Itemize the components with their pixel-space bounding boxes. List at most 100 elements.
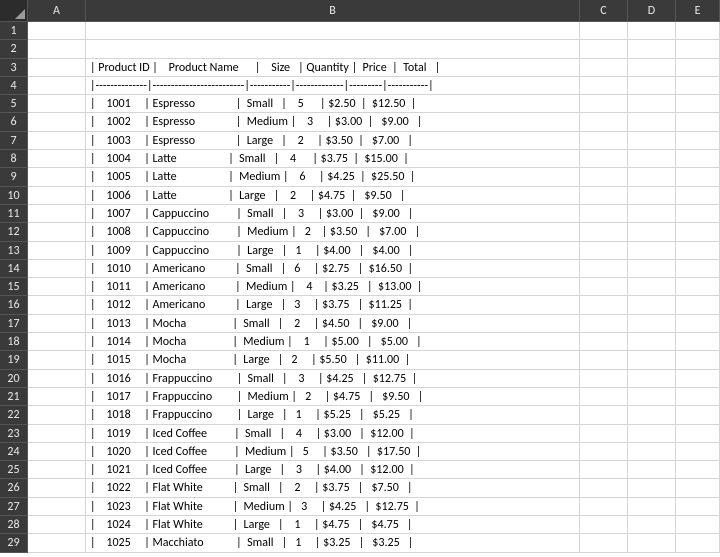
cell-B28[interactable]: | 1024 | Flat White | Large | 1 | $4.75 … (86, 516, 580, 534)
cell-D15[interactable] (628, 278, 676, 296)
cell-E18[interactable] (676, 333, 720, 351)
cell-E25[interactable] (676, 461, 720, 479)
row-header-6[interactable]: 6 (0, 113, 28, 131)
cell-C29[interactable] (580, 534, 628, 552)
cell-B6[interactable]: | 1002 | Espresso | Medium | 3 | $3.00 |… (86, 113, 580, 131)
cell-D5[interactable] (628, 95, 676, 113)
cell-A2[interactable] (28, 40, 86, 58)
cell-D8[interactable] (628, 150, 676, 168)
cell-E26[interactable] (676, 479, 720, 497)
cell-C5[interactable] (580, 95, 628, 113)
cell-A14[interactable] (28, 260, 86, 278)
cell-C2[interactable] (580, 40, 628, 58)
cell-D23[interactable] (628, 425, 676, 443)
cell-B16[interactable]: | 1012 | Americano | Large | 3 | $3.75 |… (86, 296, 580, 314)
cell-B11[interactable]: | 1007 | Cappuccino | Small | 3 | $3.00 … (86, 205, 580, 223)
cell-D12[interactable] (628, 223, 676, 241)
cell-C21[interactable] (580, 388, 628, 406)
cell-C26[interactable] (580, 479, 628, 497)
column-header-D[interactable]: D (628, 0, 676, 22)
cell-D2[interactable] (628, 40, 676, 58)
cell-C20[interactable] (580, 370, 628, 388)
cell-E1[interactable] (676, 22, 720, 40)
cell-E2[interactable] (676, 40, 720, 58)
cell-A16[interactable] (28, 296, 86, 314)
cell-E22[interactable] (676, 406, 720, 424)
cell-D7[interactable] (628, 132, 676, 150)
row-header-5[interactable]: 5 (0, 95, 28, 113)
cell-E14[interactable] (676, 260, 720, 278)
cell-C7[interactable] (580, 132, 628, 150)
row-header-17[interactable]: 17 (0, 315, 28, 333)
cell-A6[interactable] (28, 113, 86, 131)
cell-C25[interactable] (580, 461, 628, 479)
row-header-1[interactable]: 1 (0, 22, 28, 40)
cell-A15[interactable] (28, 278, 86, 296)
cell-A28[interactable] (28, 516, 86, 534)
row-header-29[interactable]: 29 (0, 534, 28, 552)
column-header-C[interactable]: C (580, 0, 628, 22)
cell-B2[interactable] (86, 40, 580, 58)
cell-B17[interactable]: | 1013 | Mocha | Small | 2 | $4.50 | $9.… (86, 315, 580, 333)
cell-A17[interactable] (28, 315, 86, 333)
cell-B19[interactable]: | 1015 | Mocha | Large | 2 | $5.50 | $11… (86, 351, 580, 369)
cell-A25[interactable] (28, 461, 86, 479)
cell-E4[interactable] (676, 77, 720, 95)
cell-E9[interactable] (676, 168, 720, 186)
cell-E6[interactable] (676, 113, 720, 131)
cell-C14[interactable] (580, 260, 628, 278)
cell-D25[interactable] (628, 461, 676, 479)
cell-C8[interactable] (580, 150, 628, 168)
cell-C28[interactable] (580, 516, 628, 534)
cell-E27[interactable] (676, 498, 720, 516)
cell-A3[interactable] (28, 59, 86, 77)
cell-D28[interactable] (628, 516, 676, 534)
cell-B10[interactable]: | 1006 | Latte | Large | 2 | $4.75 | $9.… (86, 187, 580, 205)
cell-C3[interactable] (580, 59, 628, 77)
cell-D11[interactable] (628, 205, 676, 223)
cell-C1[interactable] (580, 22, 628, 40)
cell-E12[interactable] (676, 223, 720, 241)
cell-B18[interactable]: | 1014 | Mocha | Medium | 1 | $5.00 | $5… (86, 333, 580, 351)
cell-C24[interactable] (580, 443, 628, 461)
cell-B7[interactable]: | 1003 | Espresso | Large | 2 | $3.50 | … (86, 132, 580, 150)
cell-A11[interactable] (28, 205, 86, 223)
row-header-14[interactable]: 14 (0, 260, 28, 278)
cell-C27[interactable] (580, 498, 628, 516)
cell-B24[interactable]: | 1020 | Iced Coffee | Medium | 5 | $3.5… (86, 443, 580, 461)
cell-E24[interactable] (676, 443, 720, 461)
cell-D1[interactable] (628, 22, 676, 40)
row-header-3[interactable]: 3 (0, 59, 28, 77)
cell-A19[interactable] (28, 351, 86, 369)
row-header-18[interactable]: 18 (0, 333, 28, 351)
row-header-2[interactable]: 2 (0, 40, 28, 58)
row-header-27[interactable]: 27 (0, 498, 28, 516)
select-all-corner[interactable] (0, 0, 28, 22)
cell-C18[interactable] (580, 333, 628, 351)
cell-B13[interactable]: | 1009 | Cappuccino | Large | 1 | $4.00 … (86, 242, 580, 260)
cell-B4[interactable]: |--------------|------------------------… (86, 77, 580, 95)
cell-D24[interactable] (628, 443, 676, 461)
row-header-9[interactable]: 9 (0, 168, 28, 186)
cell-E15[interactable] (676, 278, 720, 296)
row-header-10[interactable]: 10 (0, 187, 28, 205)
cell-E16[interactable] (676, 296, 720, 314)
cell-E3[interactable] (676, 59, 720, 77)
cell-B29[interactable]: | 1025 | Macchiato | Small | 1 | $3.25 |… (86, 534, 580, 552)
cell-D10[interactable] (628, 187, 676, 205)
cell-B26[interactable]: | 1022 | Flat White | Small | 2 | $3.75 … (86, 479, 580, 497)
row-header-12[interactable]: 12 (0, 223, 28, 241)
cell-D14[interactable] (628, 260, 676, 278)
cell-E17[interactable] (676, 315, 720, 333)
cell-E19[interactable] (676, 351, 720, 369)
row-header-8[interactable]: 8 (0, 150, 28, 168)
row-header-16[interactable]: 16 (0, 296, 28, 314)
cell-C19[interactable] (580, 351, 628, 369)
cell-E10[interactable] (676, 187, 720, 205)
cell-A23[interactable] (28, 425, 86, 443)
cell-B12[interactable]: | 1008 | Cappuccino | Medium | 2 | $3.50… (86, 223, 580, 241)
cell-B22[interactable]: | 1018 | Frappuccino | Large | 1 | $5.25… (86, 406, 580, 424)
cell-A9[interactable] (28, 168, 86, 186)
cell-A26[interactable] (28, 479, 86, 497)
cell-B1[interactable] (86, 22, 580, 40)
